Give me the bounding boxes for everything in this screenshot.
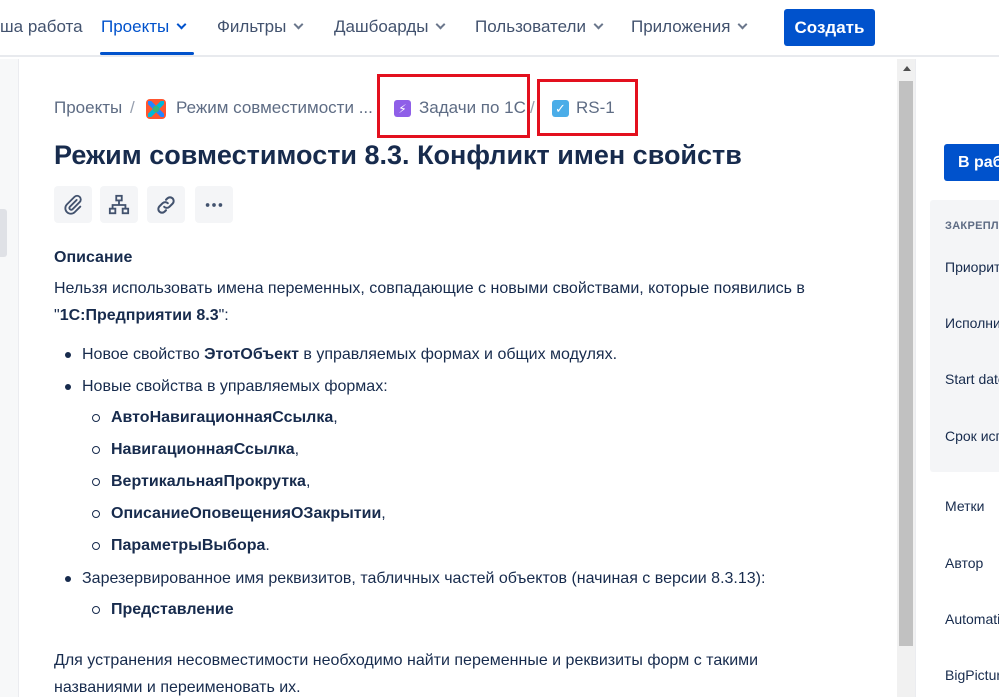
list-item: Новые свойства в управляемых формах: <box>82 378 388 395</box>
chevron-down-icon <box>176 19 187 30</box>
scroll-up-arrow-icon[interactable] <box>903 66 911 71</box>
list-item: ПараметрыВыбора. <box>111 537 270 555</box>
list-item: ВертикальнаяПрокрутка, <box>111 473 310 491</box>
property-name: НавигационнаяСсылка <box>111 441 295 458</box>
property-name: ВертикальнаяПрокрутка <box>111 473 306 490</box>
quote-mark: ": <box>218 307 229 324</box>
property-name: АвтоНавигационнаяСсылка <box>111 409 334 426</box>
paperclip-icon <box>64 194 82 215</box>
link-icon <box>157 195 175 214</box>
circle-bullet-icon <box>92 478 100 486</box>
nav-apps-label: Приложения <box>631 17 731 36</box>
active-tab-indicator <box>100 52 194 55</box>
field-automation-label: Automation <box>945 611 999 627</box>
nav-apps[interactable]: Приложения <box>631 17 748 37</box>
more-icon <box>205 202 223 207</box>
chevron-down-icon <box>436 19 446 30</box>
issue-title[interactable]: Режим совместимости 8.3. Конфликт имен с… <box>54 140 742 171</box>
nav-users[interactable]: Пользователи <box>475 17 604 37</box>
list-item: ОписаниеОповещенияОЗакрытии, <box>111 505 386 523</box>
breadcrumb-projects[interactable]: Проекты <box>54 98 122 118</box>
nav-dashboards-label: Дашбоарды <box>334 17 429 36</box>
list-item: Зарезервированное имя реквизитов, таблич… <box>82 570 766 587</box>
nav-your-work[interactable]: ша работа <box>0 17 83 37</box>
attach-button[interactable] <box>54 186 92 223</box>
nav-projects[interactable]: Проекты <box>101 17 187 37</box>
project-avatar-icon <box>146 99 166 119</box>
property-name: ЭтотОбъект <box>204 346 299 363</box>
circle-bullet-icon <box>92 414 100 422</box>
field-start-date-label: Start date <box>945 371 999 387</box>
field-author-label: Автор <box>945 555 984 571</box>
circle-bullet-icon <box>92 606 100 614</box>
more-actions-button[interactable] <box>195 186 233 223</box>
bullet-icon <box>65 384 71 390</box>
nav-your-work-label: ша работа <box>0 17 83 36</box>
breadcrumb-separator: / <box>530 98 535 117</box>
circle-bullet-icon <box>92 510 100 518</box>
description-outro-line2: названиями и переименовать их. <box>54 679 301 696</box>
bullet-icon <box>65 352 71 358</box>
text: , <box>333 409 338 426</box>
description-intro-line2: "1С:Предприятии 8.3": <box>54 307 229 325</box>
product-name: 1С:Предприятии 8.3 <box>59 307 219 324</box>
text: в управляемых формах и общих модулях. <box>298 346 618 363</box>
property-name: ОписаниеОповещенияОЗакрытии <box>111 505 382 522</box>
description-heading: Описание <box>54 249 133 266</box>
status-button[interactable]: В работе <box>944 144 999 181</box>
create-button[interactable]: Создать <box>784 9 875 46</box>
chevron-down-icon <box>293 19 304 30</box>
property-name: ПараметрыВыбора <box>111 537 266 554</box>
field-labels-label: Метки <box>945 498 985 514</box>
child-issues-icon <box>108 194 130 214</box>
field-due-date-label: Срок исполнения <box>945 428 999 444</box>
left-sidebar-edge <box>0 59 19 697</box>
nav-projects-label: Проекты <box>101 17 170 36</box>
nav-filters-label: Фильтры <box>217 17 287 36</box>
field-assignee-label: Исполнитель <box>945 315 999 331</box>
text: , <box>294 441 300 458</box>
scrollbar-thumb[interactable] <box>899 81 913 646</box>
list-item: Новое свойство ЭтотОбъект в управляемых … <box>82 346 617 364</box>
text: Новое свойство <box>82 346 205 363</box>
top-navigation: ша работа Проекты Фильтры Дашбоарды Поль… <box>0 0 999 57</box>
list-item: НавигационнаяСсылка, <box>111 441 299 459</box>
pinned-heading: ЗАКРЕПЛЁННЫЕ <box>945 220 999 232</box>
chevron-down-icon <box>738 19 748 30</box>
nav-users-label: Пользователи <box>475 17 586 36</box>
highlight-box-issue-key <box>537 79 638 136</box>
circle-bullet-icon <box>92 446 100 454</box>
nav-dashboards[interactable]: Дашбоарды <box>334 17 446 37</box>
breadcrumb-project[interactable]: Режим совместимости ... <box>176 98 373 118</box>
sidebar-resize-handle[interactable] <box>0 209 7 257</box>
highlight-box-parent <box>377 74 530 138</box>
circle-bullet-icon <box>92 542 100 550</box>
text: . <box>265 537 270 554</box>
nav-filters[interactable]: Фильтры <box>217 17 304 37</box>
field-priority-label: Приоритет <box>945 259 999 275</box>
field-bigpicture-label: BigPicture <box>945 667 999 683</box>
list-item: Представление <box>111 601 234 618</box>
link-issue-button[interactable] <box>147 186 185 223</box>
text: , <box>305 473 311 490</box>
description-outro-line1: Для устранения несовместимости необходим… <box>54 652 759 669</box>
child-issues-button[interactable] <box>100 186 138 223</box>
text: , <box>381 505 386 522</box>
chevron-down-icon <box>593 19 604 30</box>
description-intro-line1: Нельзя использовать имена переменных, со… <box>54 280 805 297</box>
bullet-icon <box>65 576 71 582</box>
list-item: АвтоНавигационнаяСсылка, <box>111 409 338 427</box>
breadcrumb-separator: / <box>130 98 135 117</box>
